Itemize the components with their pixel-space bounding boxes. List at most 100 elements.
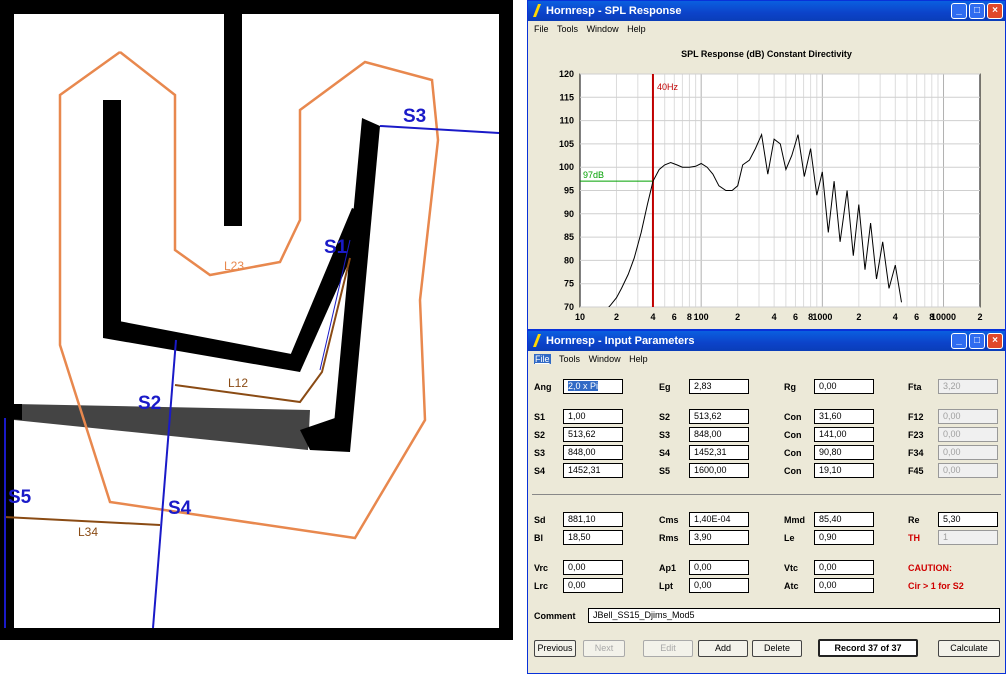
label-l12: L12 <box>228 376 249 390</box>
minimize-button[interactable]: _ <box>951 3 967 19</box>
y-tick-label: 90 <box>564 209 574 219</box>
param-input-ang[interactable]: 2,0 x Pi <box>563 379 623 394</box>
hornresp-app-icon <box>533 4 541 17</box>
menu-window[interactable]: Window <box>587 24 619 34</box>
menu-file[interactable]: File <box>534 354 551 364</box>
next-button[interactable]: Next <box>583 640 625 657</box>
param-label: Mmd <box>784 515 805 525</box>
param-input-cms[interactable]: 1,40E-04 <box>689 512 749 527</box>
param-label: Con <box>784 466 802 476</box>
input-menubar: File Tools Window Help <box>528 351 1005 367</box>
delete-button[interactable]: Delete <box>752 640 802 657</box>
param-label: S3 <box>534 448 546 458</box>
param-input-atc[interactable]: 0,00 <box>814 578 874 593</box>
param-label: TH <box>908 533 920 543</box>
y-tick-label: 80 <box>564 255 574 265</box>
horn-diagram <box>0 0 513 640</box>
caution-title: CAUTION: <box>908 563 952 573</box>
param-label: Cms <box>659 515 679 525</box>
label-s3: S3 <box>403 106 427 127</box>
spl-chart: 70758085909510010511011512010 2 4 6 8 100 2 4 6 8… <box>559 69 983 322</box>
param-input-s3[interactable]: 848,00 <box>689 427 749 442</box>
param-input-rg[interactable]: 0,00 <box>814 379 874 394</box>
param-input-fta: 3,20 <box>938 379 998 394</box>
frequency-marker-label: 40Hz <box>657 82 679 92</box>
param-input-s4[interactable]: 1452,31 <box>563 463 623 478</box>
param-input-bl[interactable]: 18,50 <box>563 530 623 545</box>
param-input-s4[interactable]: 1452,31 <box>689 445 749 460</box>
label-s2: S2 <box>138 393 162 414</box>
param-input-s5[interactable]: 1600,00 <box>689 463 749 478</box>
param-label: S2 <box>659 412 671 422</box>
param-label: Vrc <box>534 563 549 573</box>
menu-help[interactable]: Help <box>629 354 648 364</box>
param-input-con[interactable]: 19,10 <box>814 463 874 478</box>
param-label: F45 <box>908 466 924 476</box>
param-input-re[interactable]: 5,30 <box>938 512 998 527</box>
param-input-con[interactable]: 31,60 <box>814 409 874 424</box>
menu-help[interactable]: Help <box>627 24 646 34</box>
param-label: S5 <box>659 466 671 476</box>
param-label: Eg <box>659 382 671 392</box>
close-button[interactable]: × <box>987 3 1003 19</box>
param-label: Atc <box>784 581 799 591</box>
chart-title: SPL Response (dB) Constant Directivity <box>681 49 852 59</box>
maximize-button[interactable]: □ <box>969 3 985 19</box>
menu-tools[interactable]: Tools <box>559 354 580 364</box>
param-input-eg[interactable]: 2,83 <box>689 379 749 394</box>
menu-file[interactable]: File <box>534 24 549 34</box>
param-label: Le <box>784 533 795 543</box>
y-tick-label: 120 <box>559 69 574 79</box>
separator <box>532 494 1001 495</box>
x-tick-label: 6 <box>793 312 798 322</box>
param-label: F12 <box>908 412 924 422</box>
input-titlebar[interactable]: Hornresp - Input Parameters _ □ × <box>528 331 1005 351</box>
param-label: Bl <box>534 533 543 543</box>
spl-window-title: Hornresp - SPL Response <box>546 5 682 17</box>
y-tick-label: 110 <box>559 116 574 126</box>
param-label: Ang <box>534 382 552 392</box>
param-input-mmd[interactable]: 85,40 <box>814 512 874 527</box>
param-input-con[interactable]: 141,00 <box>814 427 874 442</box>
comment-input[interactable]: JBell_SS15_Djims_Mod5 <box>588 608 1000 623</box>
record-indicator: Record 37 of 37 <box>818 639 918 657</box>
param-input-con[interactable]: 90,80 <box>814 445 874 460</box>
param-input-le[interactable]: 0,90 <box>814 530 874 545</box>
close-button[interactable]: × <box>987 333 1003 349</box>
param-label: Rms <box>659 533 679 543</box>
param-input-lrc[interactable]: 0,00 <box>563 578 623 593</box>
spl-titlebar[interactable]: Hornresp - SPL Response _ □ × <box>528 1 1005 21</box>
spl-menubar: File Tools Window Help <box>528 21 1005 37</box>
minimize-button[interactable]: _ <box>951 333 967 349</box>
param-label: F34 <box>908 448 924 458</box>
param-input-sd[interactable]: 881,10 <box>563 512 623 527</box>
add-button[interactable]: Add <box>698 640 748 657</box>
x-tick-label: 10 <box>575 312 585 322</box>
param-input-ap1[interactable]: 0,00 <box>689 560 749 575</box>
label-l23: L23 <box>224 259 245 273</box>
param-input-f45: 0,00 <box>938 463 998 478</box>
param-input-vrc[interactable]: 0,00 <box>563 560 623 575</box>
input-window: Hornresp - Input Parameters _ □ × File T… <box>527 330 1006 674</box>
x-tick-label: 4 <box>772 312 777 322</box>
param-input-f34: 0,00 <box>938 445 998 460</box>
edit-button[interactable]: Edit <box>643 640 693 657</box>
param-input-s2[interactable]: 513,62 <box>563 427 623 442</box>
y-tick-label: 105 <box>559 139 574 149</box>
param-input-rms[interactable]: 3,90 <box>689 530 749 545</box>
param-label: Lrc <box>534 581 549 591</box>
x-tick-label: 8 <box>687 312 692 322</box>
param-input-lpt[interactable]: 0,00 <box>689 578 749 593</box>
param-label: S1 <box>534 412 546 422</box>
menu-tools[interactable]: Tools <box>557 24 578 34</box>
calculate-button[interactable]: Calculate <box>938 640 1000 657</box>
x-tick-label: 1000 <box>812 312 832 322</box>
maximize-button[interactable]: □ <box>969 333 985 349</box>
previous-button[interactable]: Previous <box>534 640 576 657</box>
param-input-s2[interactable]: 513,62 <box>689 409 749 424</box>
param-label: Sd <box>534 515 546 525</box>
menu-window[interactable]: Window <box>589 354 621 364</box>
param-input-s3[interactable]: 848,00 <box>563 445 623 460</box>
param-input-s1[interactable]: 1,00 <box>563 409 623 424</box>
param-input-vtc[interactable]: 0,00 <box>814 560 874 575</box>
